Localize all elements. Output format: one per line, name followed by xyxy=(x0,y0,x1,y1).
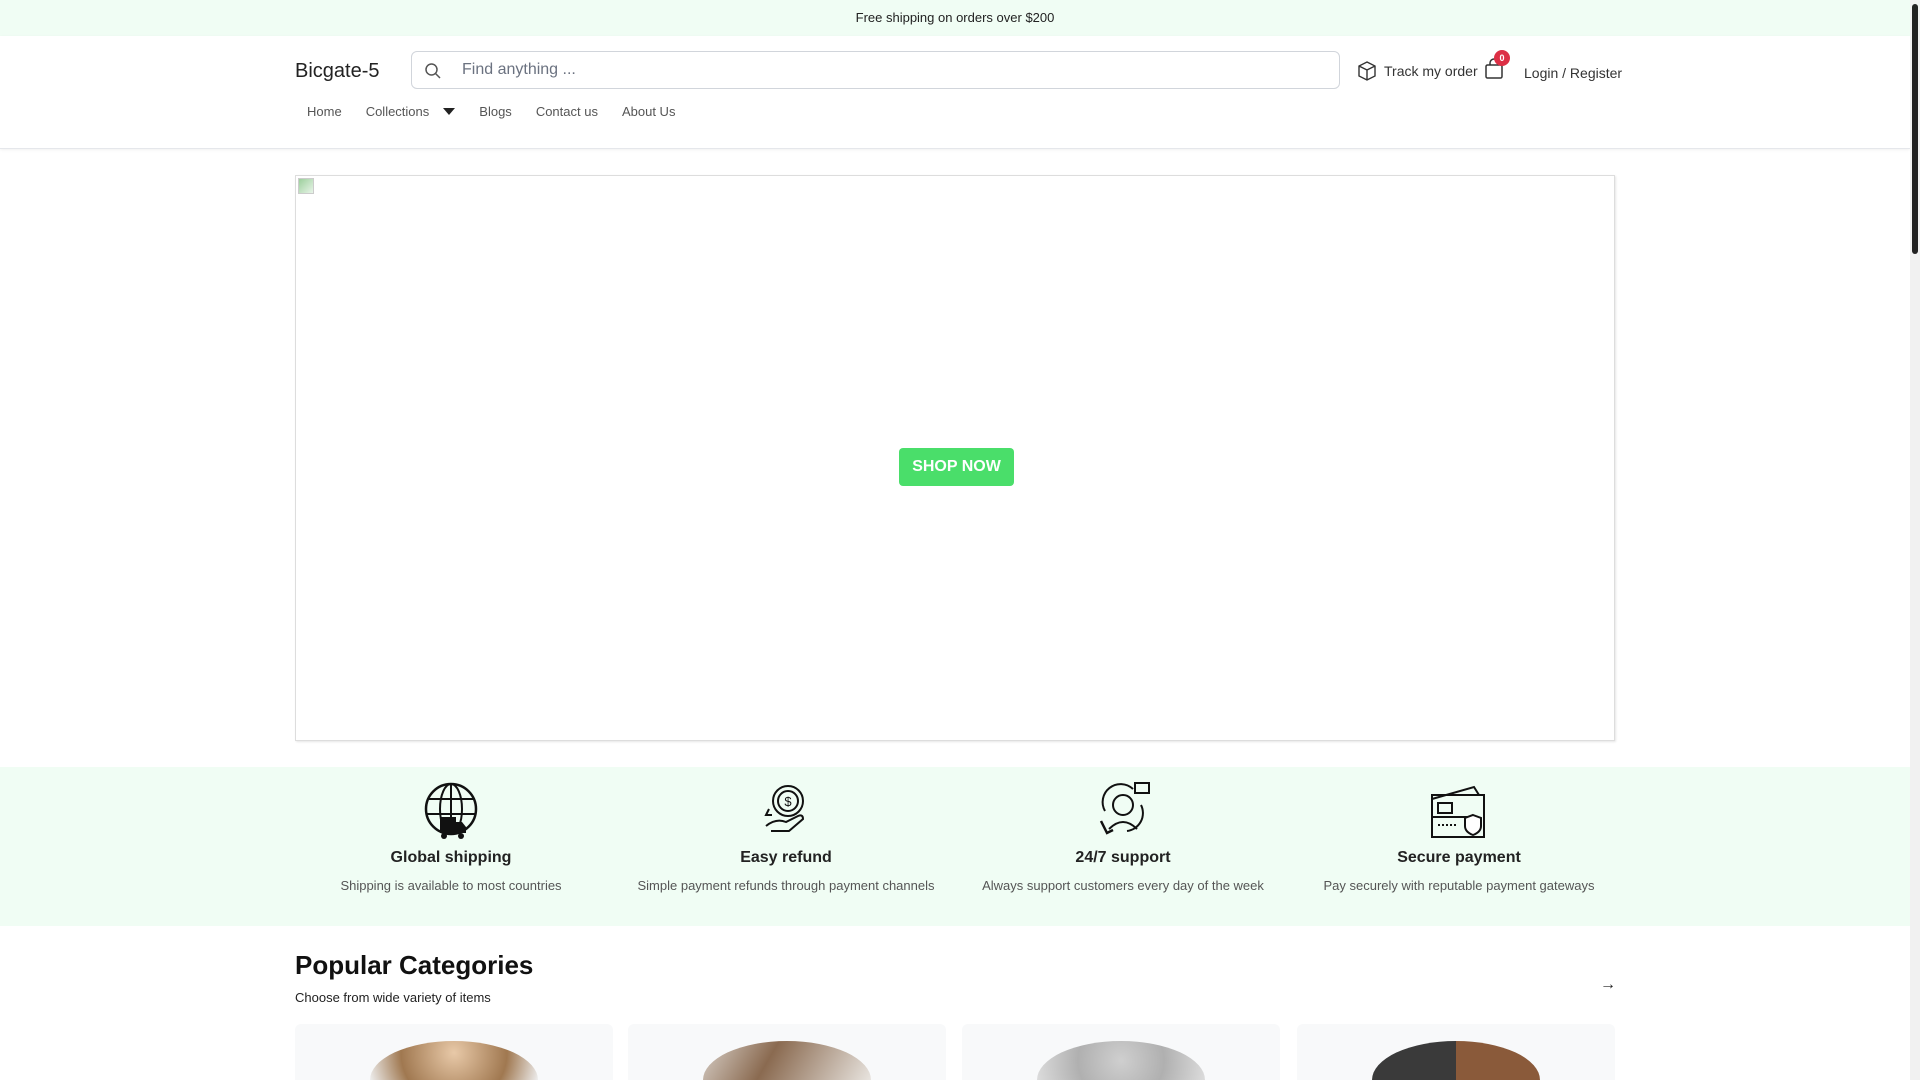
hand-coin-icon: $ xyxy=(764,785,805,832)
nav-home[interactable]: Home xyxy=(295,104,354,119)
feature-desc: Simple payment refunds through payment c… xyxy=(637,878,935,893)
announcement-bar: Free shipping on orders over $200 xyxy=(0,0,1910,36)
scrollbar-thumb[interactable] xyxy=(1912,4,1918,254)
main-nav: Home Collections Blogs Contact us About … xyxy=(295,104,687,119)
track-order-label: Track my order xyxy=(1384,63,1478,79)
scrollbar[interactable] xyxy=(1910,0,1920,1080)
search-input[interactable] xyxy=(462,52,1322,88)
nav-blogs[interactable]: Blogs xyxy=(467,104,524,119)
feature-title: Global shipping xyxy=(390,849,512,866)
section-subtitle: Choose from wide variety of items xyxy=(295,990,491,1005)
arrow-right-icon[interactable]: → xyxy=(1600,976,1616,994)
category-image xyxy=(703,1041,871,1080)
cart-count-badge: 0 xyxy=(1494,50,1510,66)
feature-title: 24/7 support xyxy=(1075,849,1171,866)
support-agent-icon xyxy=(1099,782,1150,835)
section-title: Popular Categories xyxy=(295,950,534,980)
track-order-link[interactable]: Track my order xyxy=(1356,60,1478,82)
search-box[interactable] xyxy=(411,51,1340,89)
chevron-down-icon[interactable] xyxy=(443,108,456,115)
category-image xyxy=(1372,1041,1540,1080)
category-card[interactable] xyxy=(1297,1024,1615,1080)
features-band: Global shipping Shipping is available to… xyxy=(0,767,1910,926)
category-card[interactable] xyxy=(962,1024,1280,1080)
feature-title: Secure payment xyxy=(1397,849,1521,866)
box-icon xyxy=(1358,61,1376,81)
nav-about[interactable]: About Us xyxy=(610,104,687,119)
svg-text:$: $ xyxy=(784,794,792,809)
feature-desc: Pay securely with reputable payment gate… xyxy=(1323,878,1595,893)
site-header: Bicgate-5 Track my order 0 Login / Regis… xyxy=(0,36,1910,149)
logo[interactable]: Bicgate-5 xyxy=(295,60,380,83)
nav-collections[interactable]: Collections xyxy=(354,104,442,119)
category-card[interactable] xyxy=(628,1024,946,1080)
search-icon xyxy=(425,63,441,79)
hero-banner: SHOP NOW xyxy=(295,175,1615,741)
category-card[interactable] xyxy=(295,1024,613,1080)
shop-now-button[interactable]: SHOP NOW xyxy=(899,448,1014,486)
feature-desc: Shipping is available to most countries xyxy=(340,878,562,893)
category-image xyxy=(1037,1041,1205,1080)
card-shield-icon xyxy=(1431,785,1485,838)
nav-contact[interactable]: Contact us xyxy=(524,104,610,119)
feature-desc: Always support customers every day of th… xyxy=(982,878,1264,893)
category-image xyxy=(370,1041,538,1080)
cart-button[interactable]: 0 xyxy=(1484,50,1510,85)
login-register-link[interactable]: Login / Register xyxy=(1524,65,1622,81)
broken-image-icon xyxy=(298,178,314,194)
globe-truck-icon xyxy=(424,782,478,839)
feature-title: Easy refund xyxy=(740,849,832,866)
announcement-text: Free shipping on orders over $200 xyxy=(855,10,1055,25)
